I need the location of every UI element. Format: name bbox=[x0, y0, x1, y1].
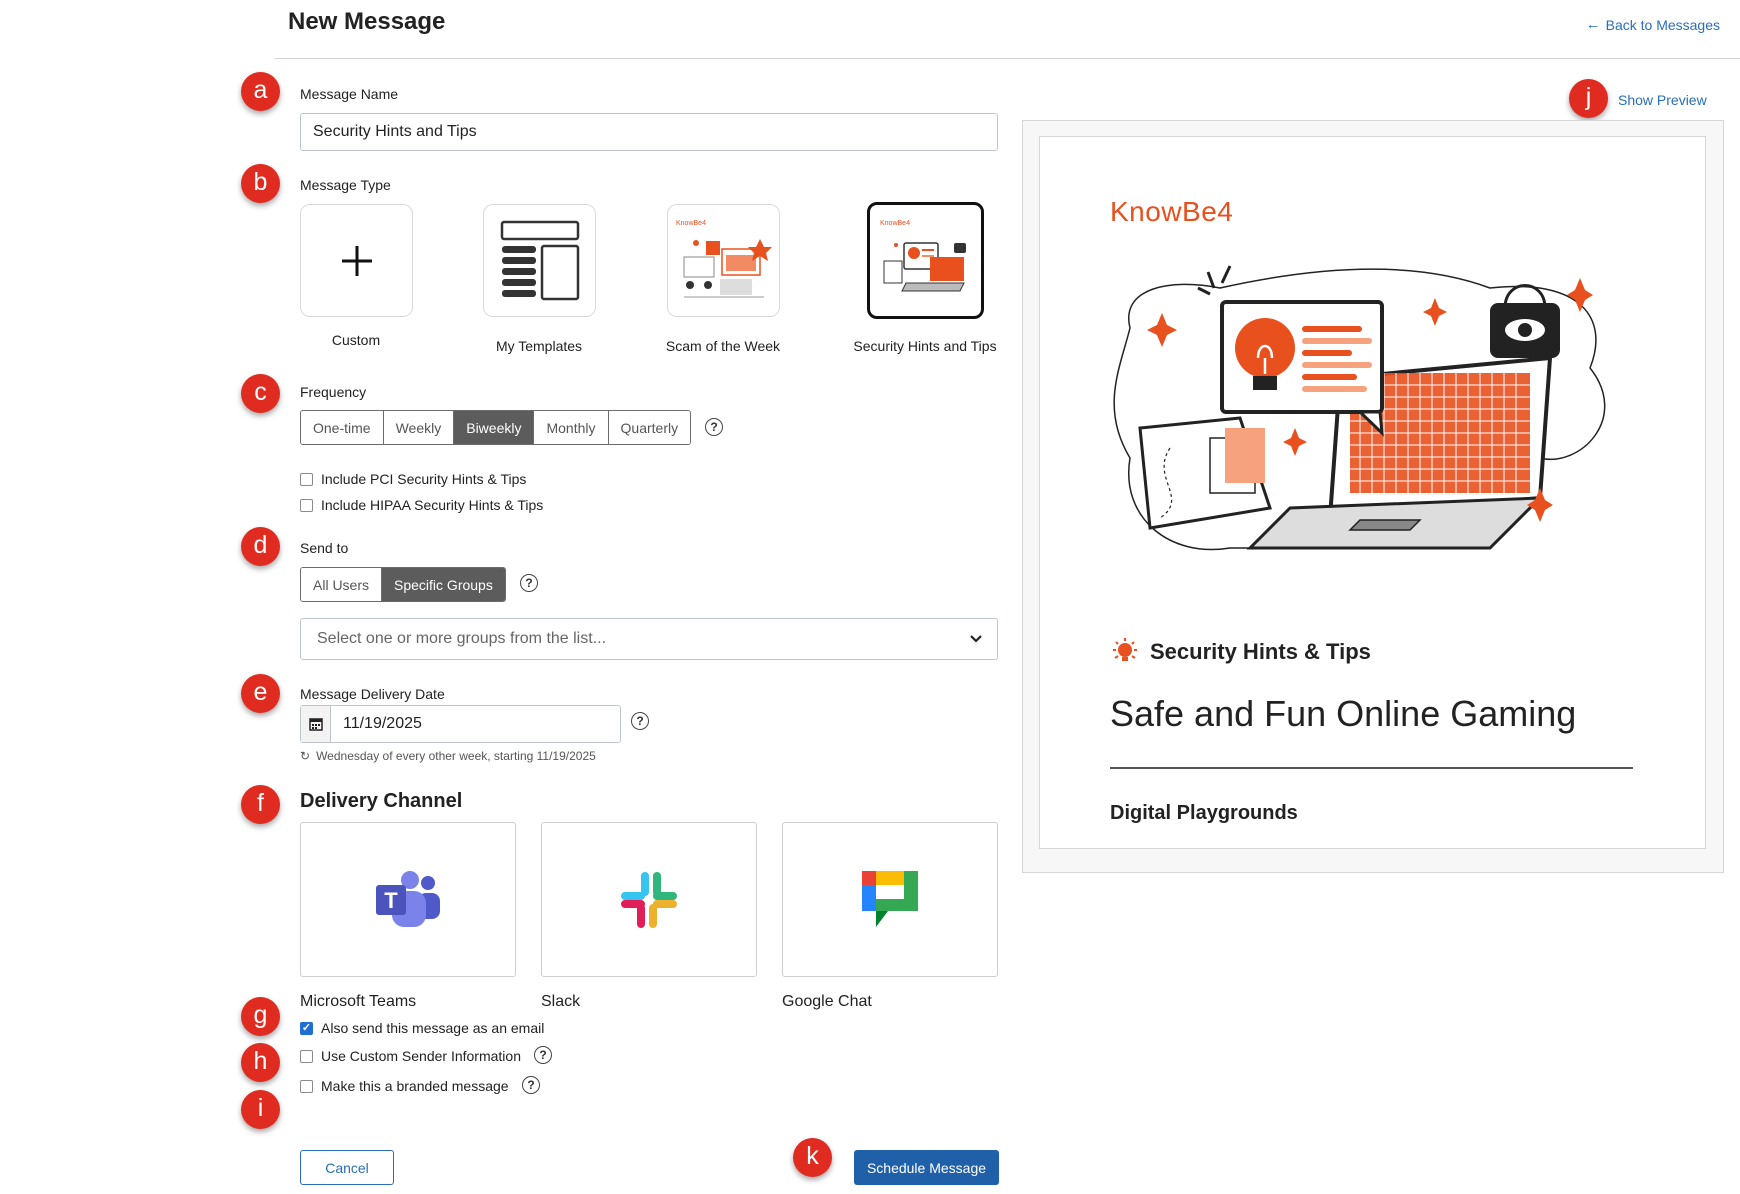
include-pci-checkbox[interactable] bbox=[300, 472, 313, 486]
delivery-date-help-icon[interactable]: ? bbox=[631, 712, 649, 730]
preview-tag-label: Security Hints & Tips bbox=[1150, 639, 1371, 664]
channel-microsoft-teams[interactable]: T bbox=[300, 822, 516, 977]
show-preview-link[interactable]: Show Preview bbox=[1618, 92, 1707, 108]
groups-select[interactable]: Select one or more groups from the list.… bbox=[300, 618, 998, 660]
arrow-left-icon: ← bbox=[1585, 16, 1601, 33]
branded-help-icon[interactable]: ? bbox=[522, 1076, 540, 1094]
frequency-option-monthly[interactable]: Monthly bbox=[534, 411, 609, 444]
marker-b: b bbox=[241, 164, 280, 203]
chevron-down-icon bbox=[970, 635, 982, 643]
include-hipaa-label: Include HIPAA Security Hints & Tips bbox=[321, 497, 544, 513]
delivery-date-value: 11/19/2025 bbox=[343, 715, 422, 732]
also-email-row: ✓ Also send this message as an email bbox=[300, 1020, 544, 1036]
frequency-option-one-time[interactable]: One-time bbox=[301, 411, 384, 444]
channel-google-chat-label: Google Chat bbox=[782, 993, 872, 1010]
preview-title: Safe and Fun Online Gaming bbox=[1110, 693, 1577, 734]
repeat-icon: ↻ bbox=[300, 749, 311, 763]
message-type-scam-of-the-week-label: Scam of the Week bbox=[665, 338, 781, 354]
marker-a: a bbox=[241, 72, 280, 111]
also-email-checkbox[interactable]: ✓ bbox=[300, 1021, 313, 1035]
preview-divider bbox=[1110, 767, 1633, 769]
marker-j: j bbox=[1569, 79, 1608, 118]
marker-h: h bbox=[241, 1043, 280, 1082]
branded-checkbox[interactable] bbox=[300, 1079, 313, 1093]
channel-google-chat[interactable] bbox=[782, 822, 998, 977]
message-type-security-hints-label: Security Hints and Tips bbox=[853, 338, 997, 354]
lightbulb-icon bbox=[1113, 638, 1137, 661]
delivery-channel-title: Delivery Channel bbox=[300, 790, 463, 812]
message-type-security-hints[interactable]: KnowBe4 bbox=[867, 202, 984, 319]
custom-sender-row: Use Custom Sender Information bbox=[300, 1048, 521, 1064]
message-type-custom-label: Custom bbox=[331, 332, 381, 348]
security-illustration bbox=[1113, 265, 1606, 551]
message-name-label: Message Name bbox=[300, 86, 399, 102]
security-hints-thumbnail: KnowBe4 bbox=[880, 220, 966, 291]
microsoft-teams-icon: T bbox=[376, 870, 440, 927]
svg-text:T: T bbox=[384, 888, 398, 913]
custom-sender-checkbox[interactable] bbox=[300, 1049, 313, 1063]
delivery-date-label: Message Delivery Date bbox=[300, 686, 445, 702]
recurrence-text: Wednesday of every other week, starting … bbox=[316, 749, 596, 763]
knowbe4-logo: KnowBe4 bbox=[1110, 196, 1234, 227]
slack-icon bbox=[621, 871, 677, 928]
branded-label: Make this a branded message bbox=[321, 1078, 509, 1094]
send-to-help-icon[interactable]: ? bbox=[520, 574, 538, 592]
scam-of-the-week-thumbnail: KnowBe4 bbox=[676, 220, 772, 297]
message-type-label: Message Type bbox=[300, 177, 391, 193]
frequency-selector: One-time Weekly Biweekly Monthly Quarter… bbox=[300, 410, 692, 445]
message-type-custom[interactable] bbox=[300, 204, 413, 317]
marker-f: f bbox=[241, 785, 280, 824]
schedule-message-button[interactable]: Schedule Message bbox=[854, 1150, 999, 1185]
header-divider bbox=[275, 58, 1740, 59]
recurrence-note: ↻ Wednesday of every other week, startin… bbox=[300, 749, 596, 763]
message-type-my-templates[interactable] bbox=[483, 204, 596, 317]
frequency-option-quarterly[interactable]: Quarterly bbox=[608, 411, 691, 444]
calendar-icon[interactable] bbox=[301, 706, 331, 742]
marker-g: g bbox=[241, 997, 280, 1036]
frequency-option-weekly[interactable]: Weekly bbox=[383, 411, 455, 444]
frequency-option-biweekly[interactable]: Biweekly bbox=[454, 411, 535, 444]
include-pci-label: Include PCI Security Hints & Tips bbox=[321, 471, 527, 487]
message-name-input[interactable]: Security Hints and Tips bbox=[300, 113, 998, 151]
delivery-date-field[interactable]: 11/19/2025 bbox=[300, 705, 621, 743]
include-hipaa-row: Include HIPAA Security Hints & Tips bbox=[300, 497, 543, 513]
marker-c: c bbox=[241, 374, 280, 413]
custom-sender-label: Use Custom Sender Information bbox=[321, 1048, 521, 1064]
include-pci-row: Include PCI Security Hints & Tips bbox=[300, 471, 526, 487]
marker-i: i bbox=[241, 1090, 280, 1129]
marker-k: k bbox=[793, 1138, 832, 1177]
preview-subtitle: Digital Playgrounds bbox=[1110, 802, 1298, 824]
svg-text:KnowBe4: KnowBe4 bbox=[676, 220, 706, 227]
template-layout-icon bbox=[500, 220, 579, 300]
send-to-label: Send to bbox=[300, 540, 349, 556]
marker-e: e bbox=[241, 674, 280, 713]
preview-tag: Security Hints & Tips bbox=[1110, 638, 1371, 666]
back-to-messages-link[interactable]: ← Back to Messages bbox=[1586, 16, 1720, 33]
send-to-specific-groups[interactable]: Specific Groups bbox=[382, 568, 505, 601]
frequency-label: Frequency bbox=[300, 384, 367, 400]
marker-d: d bbox=[241, 527, 280, 566]
send-to-selector: All Users Specific Groups bbox=[300, 567, 506, 602]
frequency-help-icon[interactable]: ? bbox=[705, 418, 723, 436]
custom-sender-help-icon[interactable]: ? bbox=[534, 1046, 552, 1064]
include-hipaa-checkbox[interactable] bbox=[300, 498, 313, 512]
page-title: New Message bbox=[288, 8, 446, 35]
send-to-all-users[interactable]: All Users bbox=[301, 568, 383, 601]
back-link-label: Back to Messages bbox=[1605, 16, 1720, 33]
message-type-my-templates-label: My Templates bbox=[495, 338, 583, 354]
google-chat-icon bbox=[862, 870, 918, 927]
channel-slack[interactable] bbox=[541, 822, 757, 977]
plus-icon bbox=[341, 245, 372, 276]
groups-select-placeholder: Select one or more groups from the list.… bbox=[317, 630, 607, 647]
cancel-button[interactable]: Cancel bbox=[300, 1150, 394, 1185]
channel-slack-label: Slack bbox=[541, 993, 581, 1010]
message-type-scam-of-the-week[interactable]: KnowBe4 bbox=[667, 204, 780, 317]
channel-teams-label: Microsoft Teams bbox=[300, 993, 417, 1010]
branded-row: Make this a branded message bbox=[300, 1078, 509, 1094]
also-email-label: Also send this message as an email bbox=[321, 1020, 545, 1036]
svg-text:KnowBe4: KnowBe4 bbox=[880, 220, 910, 227]
